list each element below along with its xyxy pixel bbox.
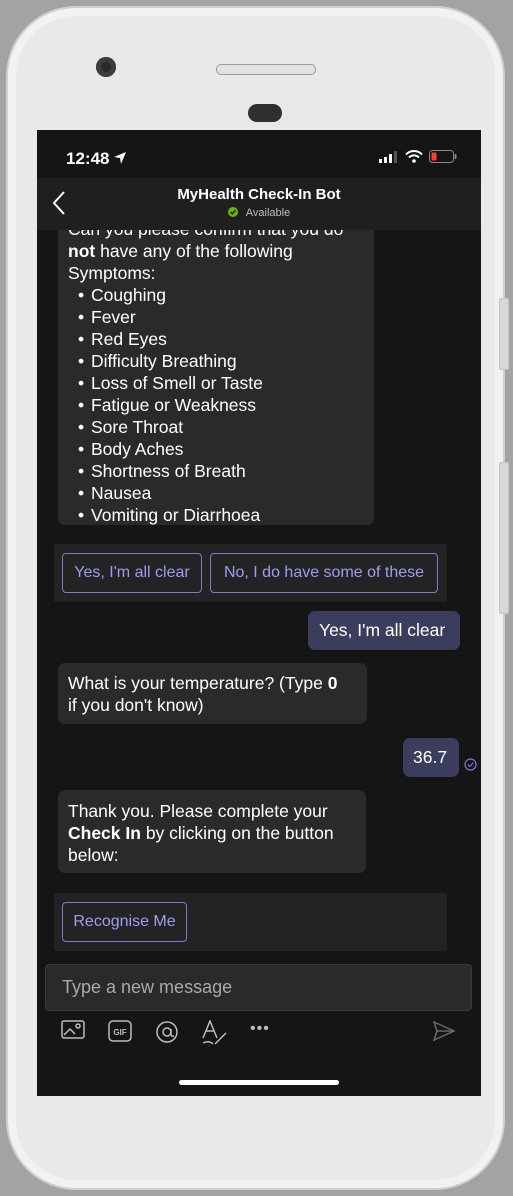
symptom-item: Nausea xyxy=(73,482,364,504)
presence-status: Available xyxy=(37,207,481,219)
available-check-icon xyxy=(227,207,238,217)
message-list[interactable]: Can you please confirm that you do not h… xyxy=(37,230,481,964)
symptom-item: Sore Throat xyxy=(73,416,364,438)
user-message-temperature: 36.7 xyxy=(403,738,459,777)
home-indicator[interactable] xyxy=(179,1080,339,1085)
symptom-card-actions: Yes, I'm all clear No, I do have some of… xyxy=(54,544,447,602)
message-line: What is your temperature? (Type 0 xyxy=(68,673,338,693)
message-line: if you don't know) xyxy=(68,695,204,715)
svg-text:GIF: GIF xyxy=(113,1028,126,1037)
symptom-item: Fever xyxy=(73,306,364,328)
message-text-cut: Can you please confirm that you do xyxy=(68,230,364,240)
presence-label: Available xyxy=(245,207,291,219)
symptom-item: Difficulty Breathing xyxy=(73,350,364,372)
volume-button xyxy=(499,462,509,614)
proximity-sensor xyxy=(248,104,282,122)
symptom-item: Shortness of Breath xyxy=(73,460,364,482)
status-bar: 12:48 xyxy=(37,130,481,178)
symptom-item: Coughing xyxy=(73,284,364,306)
earpiece-speaker xyxy=(216,64,316,75)
more-options-icon[interactable]: ••• xyxy=(250,1020,270,1038)
send-icon[interactable] xyxy=(432,1020,456,1042)
compose-box[interactable]: Type a new message xyxy=(45,964,472,1011)
yes-all-clear-button[interactable]: Yes, I'm all clear xyxy=(62,553,202,593)
battery-low-icon xyxy=(429,150,457,163)
clock: 12:48 xyxy=(66,149,110,168)
power-button xyxy=(499,298,509,370)
message-line: below: xyxy=(68,845,119,865)
bot-message-temperature: What is your temperature? (Type 0 if you… xyxy=(58,663,367,724)
message-line: Check In by clicking on the button xyxy=(68,823,334,843)
symptom-item: Red Eyes xyxy=(73,328,364,350)
checkin-card-actions: Recognise Me xyxy=(54,893,447,951)
message-line: Symptoms: xyxy=(68,263,156,283)
gif-icon[interactable]: GIF xyxy=(108,1020,132,1042)
chat-title: MyHealth Check-In Bot xyxy=(177,186,341,203)
message-line: not have any of the following xyxy=(68,241,293,261)
bot-message-symptoms: Can you please confirm that you do not h… xyxy=(58,230,374,526)
symptom-item: Fatigue or Weakness xyxy=(73,394,364,416)
symptom-item: Vomiting or Diarrhoea xyxy=(73,504,364,526)
symptom-list: Coughing Fever Red Eyes Difficulty Breat… xyxy=(73,284,364,526)
mention-icon[interactable] xyxy=(155,1020,179,1044)
symptom-item: Body Aches xyxy=(73,438,364,460)
user-message-yes: Yes, I'm all clear xyxy=(308,611,460,650)
chat-header: MyHealth Check-In Bot Available xyxy=(37,178,481,230)
wifi-icon xyxy=(405,150,423,163)
bot-message-checkin: Thank you. Please complete your Check In… xyxy=(58,790,366,873)
front-camera xyxy=(96,57,116,77)
recognise-me-button[interactable]: Recognise Me xyxy=(62,902,187,942)
format-text-icon[interactable] xyxy=(201,1020,229,1046)
message-line: Thank you. Please complete your xyxy=(68,801,328,821)
app-screen: 12:48 MyHealth Check-In Bot Available Ca… xyxy=(37,130,481,1096)
location-arrow-icon xyxy=(114,152,126,164)
read-receipt-icon xyxy=(464,758,477,771)
compose-placeholder: Type a new message xyxy=(62,977,233,997)
signal-icon xyxy=(379,150,397,163)
image-icon[interactable] xyxy=(61,1020,85,1040)
symptom-item: Loss of Smell or Taste xyxy=(73,372,364,394)
no-have-symptoms-button[interactable]: No, I do have some of these xyxy=(210,553,438,593)
compose-toolbar: GIF ••• xyxy=(37,1020,481,1050)
status-icons xyxy=(379,150,457,163)
